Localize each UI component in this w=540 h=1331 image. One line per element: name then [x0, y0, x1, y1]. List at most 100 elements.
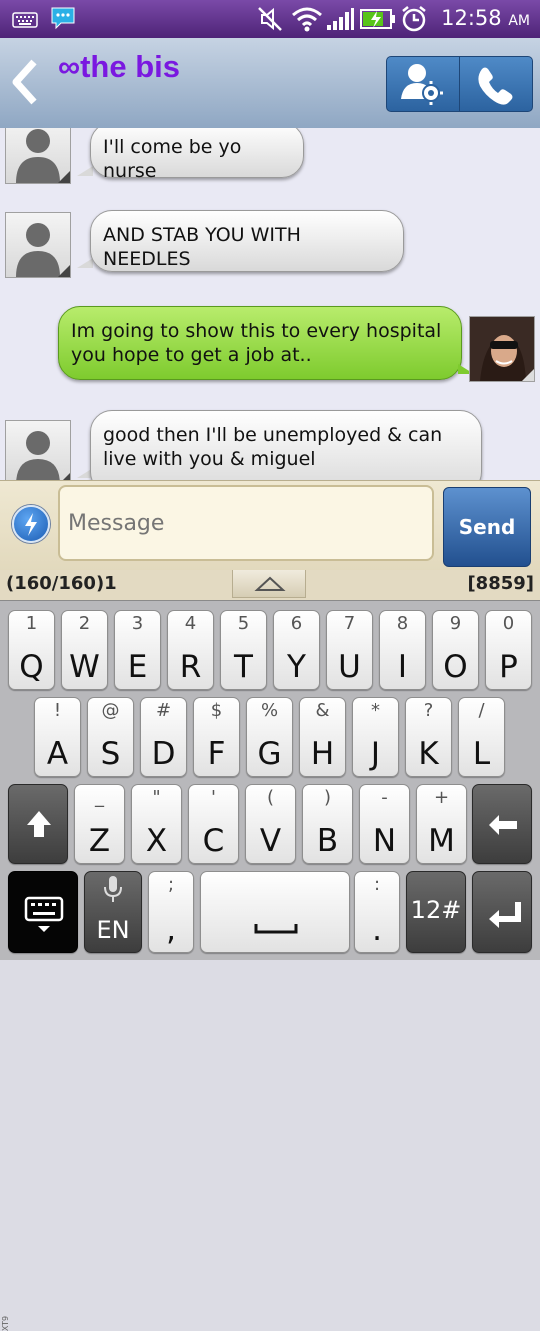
contact-settings-button[interactable]	[386, 56, 460, 112]
key-secondary-label: 5	[237, 613, 250, 634]
key-j[interactable]: * J	[352, 697, 399, 777]
hide-keyboard-key[interactable]	[8, 871, 78, 953]
key-f[interactable]: $ F	[193, 697, 240, 777]
key-secondary-label: )	[323, 787, 332, 808]
key-a[interactable]: ! A	[34, 697, 81, 777]
language-key[interactable]: EN	[84, 871, 142, 953]
call-button[interactable]	[459, 56, 533, 112]
alarm-icon	[400, 5, 428, 37]
key-w[interactable]: 2W	[61, 610, 108, 690]
key-primary-label: K	[418, 736, 439, 772]
key-o[interactable]: 9O	[432, 610, 479, 690]
key-primary-label: A	[46, 736, 69, 772]
key-t[interactable]: 5T	[220, 610, 267, 690]
key-b[interactable]: ) B	[302, 784, 353, 864]
message-bubble-incoming[interactable]: AND STAB YOU WITH NEEDLES	[90, 210, 404, 272]
key-secondary-label: _	[95, 787, 104, 808]
key-secondary-label: '	[211, 787, 216, 808]
key-y[interactable]: 6Y	[273, 610, 320, 690]
send-button[interactable]: Send	[443, 487, 531, 567]
my-avatar[interactable]	[469, 316, 535, 382]
key-secondary-label: 7	[343, 613, 356, 634]
key-n[interactable]: -N	[359, 784, 410, 864]
key-k[interactable]: ? K	[405, 697, 452, 777]
key-primary-label: L	[472, 736, 491, 772]
back-button[interactable]	[8, 56, 40, 108]
keyboard-hide-icon	[24, 896, 64, 932]
key-secondary-label: 0	[502, 613, 515, 634]
key-p[interactable]: 0P	[485, 610, 532, 690]
message-text: AND STAB YOU WITH NEEDLES	[103, 224, 301, 270]
contact-avatar[interactable]	[5, 128, 71, 184]
chevron-left-icon	[12, 59, 37, 105]
symbols-key[interactable]: 12#	[406, 871, 466, 953]
backspace-key[interactable]	[472, 784, 532, 864]
message-bubble-incoming[interactable]: good then I'll be unemployed & can live …	[90, 410, 482, 480]
message-text: I'll come be yo nurse	[103, 136, 242, 182]
key-primary-label: U	[338, 649, 361, 685]
key-secondary-label: #	[155, 700, 172, 721]
backspace-icon	[489, 815, 517, 835]
clock-time: 12:58	[441, 6, 502, 30]
key-comma[interactable]: ;,	[148, 871, 194, 953]
key-x[interactable]: " X	[131, 784, 182, 864]
wifi-icon	[290, 5, 324, 37]
key-r[interactable]: 4R	[167, 610, 214, 690]
key-primary-label: 12#	[410, 896, 462, 924]
attach-button[interactable]	[12, 505, 50, 543]
key-primary-label: S	[100, 736, 121, 772]
key-primary-label: Z	[88, 823, 111, 859]
key-period[interactable]: :.	[354, 871, 400, 953]
key-d[interactable]: # D	[140, 697, 187, 777]
key-v[interactable]: (V	[245, 784, 296, 864]
message-list[interactable]: I'll come be yo nurse AND STAB YOU WITH …	[0, 128, 540, 480]
key-q[interactable]: 1Q	[8, 610, 55, 690]
contact-avatar[interactable]	[5, 420, 71, 480]
key-i[interactable]: 8I	[379, 610, 426, 690]
message-bubble-outgoing[interactable]: Im going to show this to every hospital …	[58, 306, 462, 380]
enter-key[interactable]	[472, 871, 532, 953]
key-secondary-label: :	[373, 874, 381, 895]
key-primary-label: T	[234, 649, 253, 685]
key-secondary-label: $	[210, 700, 223, 721]
key-z[interactable]: _ Z	[74, 784, 125, 864]
key-primary-label: B	[316, 823, 339, 859]
key-secondary-label: 4	[184, 613, 197, 634]
key-l[interactable]: / L	[458, 697, 505, 777]
key-primary-label: P	[499, 649, 518, 685]
shift-key[interactable]	[8, 784, 68, 864]
keyboard: XT9 1 Q 2 W 3 E 4 R 5 T 6 Y 7 U 8 I 9 O 0 P! A @ S # D $ F% G & H * J? K…	[0, 601, 540, 1331]
chevron-up-icon	[254, 576, 286, 591]
key-secondary-label: "	[152, 787, 161, 808]
key-s[interactable]: @ S	[87, 697, 134, 777]
key-secondary-label: 1	[25, 613, 38, 634]
key-u[interactable]: 7U	[326, 610, 373, 690]
message-text: good then I'll be unemployed & can live …	[103, 424, 443, 470]
key-primary-label: V	[259, 823, 282, 859]
expand-keyboard-button[interactable]	[232, 570, 306, 598]
space-key[interactable]	[200, 871, 350, 953]
key-h[interactable]: & H	[299, 697, 346, 777]
message-bubble-incoming[interactable]: I'll come be yo nurse	[90, 128, 304, 182]
status-bar: 12:58 AM	[0, 0, 540, 38]
key-primary-label: EN	[96, 916, 130, 944]
mute-icon	[256, 5, 284, 37]
key-primary-label: M	[428, 823, 455, 859]
key-secondary-label: 3	[131, 613, 144, 634]
contact-avatar[interactable]	[5, 212, 71, 278]
clock-ampm: AM	[508, 13, 530, 29]
message-input[interactable]	[58, 485, 434, 561]
clock: 12:58 AM	[441, 6, 530, 30]
key-e[interactable]: 3E	[114, 610, 161, 690]
message-text: Im going to show this to every hospital …	[71, 320, 442, 366]
counter-bar: (160/160)1 [8859]	[0, 570, 540, 601]
keyboard-icon	[12, 10, 38, 32]
key-m[interactable]: + M	[416, 784, 467, 864]
key-primary-label: .	[372, 912, 382, 948]
key-c[interactable]: ' C	[188, 784, 239, 864]
lightning-icon	[25, 513, 37, 536]
key-g[interactable]: % G	[246, 697, 293, 777]
key-secondary-label: &	[315, 700, 330, 721]
key-primary-label: D	[151, 736, 176, 772]
key-primary-label: X	[145, 823, 168, 859]
